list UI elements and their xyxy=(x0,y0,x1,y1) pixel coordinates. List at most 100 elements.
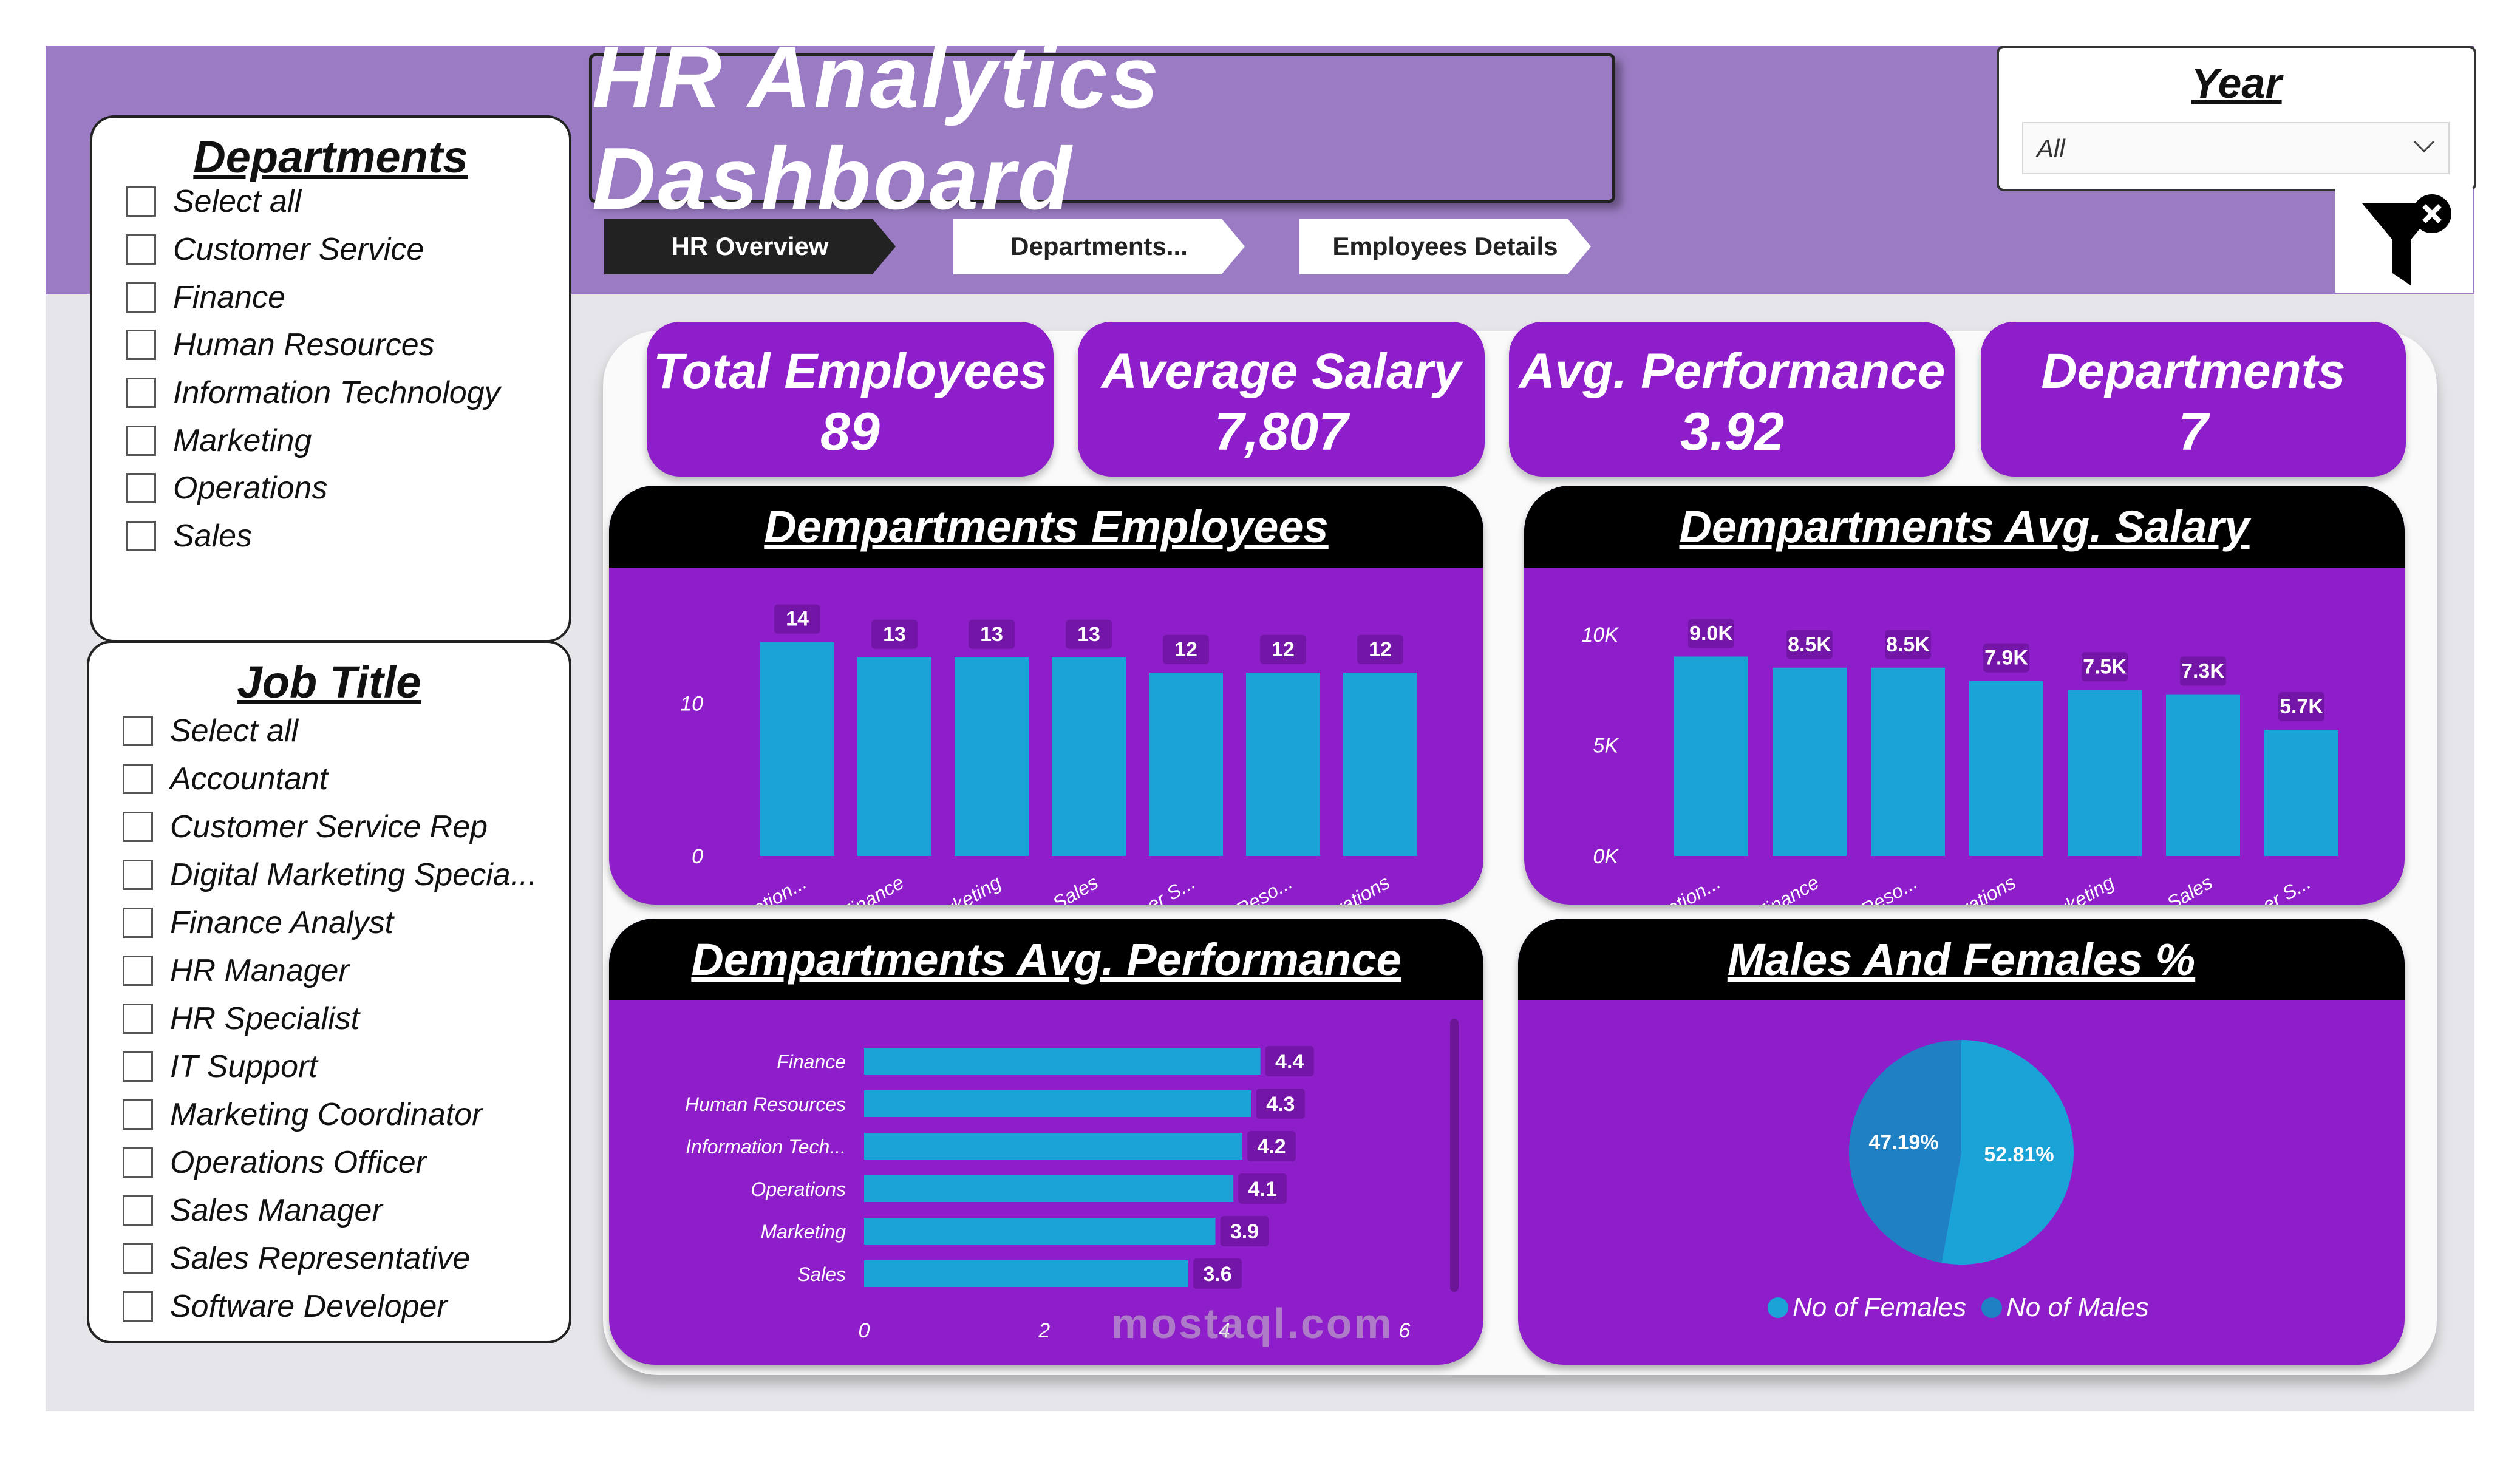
nav-hr-overview-button[interactable]: HR Overview xyxy=(604,219,896,274)
data-label: 12 xyxy=(1369,638,1392,661)
checkbox[interactable] xyxy=(123,908,153,938)
x-tick-label: Customer S... xyxy=(1085,871,1199,905)
data-label: 14 xyxy=(786,608,809,631)
checkbox[interactable] xyxy=(126,234,156,265)
job-option[interactable]: HR Manager xyxy=(123,953,349,989)
checkbox[interactable] xyxy=(123,860,153,890)
checkbox[interactable] xyxy=(123,1004,153,1034)
kpi-label: Average Salary xyxy=(1101,344,1462,399)
checkbox[interactable] xyxy=(126,521,156,551)
chart-card-department-avg-salary: Dempartments Avg. Salary 0K 5K 10K 9.0K Info… xyxy=(1524,486,2405,905)
job-option[interactable]: Accountant xyxy=(123,761,328,797)
checkbox[interactable] xyxy=(126,378,156,408)
dept-option-finance[interactable]: Finance xyxy=(126,279,285,316)
x-tick-label: 6 xyxy=(1399,1319,1411,1342)
chart-title: Dempartments Avg. Salary xyxy=(1524,486,2405,568)
clear-filters-button[interactable] xyxy=(2335,188,2473,293)
job-option[interactable]: Sales Manager xyxy=(123,1192,383,1229)
checkbox[interactable] xyxy=(123,1099,153,1130)
dept-option-select-all[interactable]: Select all xyxy=(126,183,301,220)
data-label: 4.4 xyxy=(1275,1050,1304,1073)
option-label: IT Support xyxy=(170,1049,318,1084)
checkbox[interactable] xyxy=(123,812,153,842)
chart-card-department-avg-performance: Dempartments Avg. Performance Finance 4.4… xyxy=(609,919,1483,1365)
bar xyxy=(760,642,834,856)
option-label: Human Resources xyxy=(173,327,435,362)
nav-employees-details-button[interactable]: Employees Details xyxy=(1299,219,1591,274)
option-label: Accountant xyxy=(170,761,329,796)
job-option[interactable]: Customer Service Rep xyxy=(123,809,488,845)
job-option[interactable]: Operations Officer xyxy=(123,1144,426,1181)
legend-marker-males xyxy=(1981,1297,2002,1318)
checkbox[interactable] xyxy=(123,956,153,986)
bar xyxy=(1052,657,1126,856)
bar xyxy=(864,1133,1242,1160)
year-slicer-title: Year xyxy=(2191,59,2282,107)
checkbox[interactable] xyxy=(126,282,156,313)
x-tick-label: 2 xyxy=(1038,1319,1050,1342)
dept-option-information-technology[interactable]: Information Technology xyxy=(126,375,500,411)
kpi-label: Departments xyxy=(2041,344,2346,399)
kpi-value: 7,807 xyxy=(1214,401,1349,461)
nav-departments-button[interactable]: Departments... xyxy=(953,219,1245,274)
x-tick-label: Customer S... xyxy=(2201,871,2314,905)
job-option[interactable]: IT Support xyxy=(123,1048,318,1085)
job-option[interactable]: Marketing Coordinator xyxy=(123,1096,482,1133)
checkbox[interactable] xyxy=(126,186,156,217)
option-label: Information Technology xyxy=(173,375,500,410)
option-label: Marketing xyxy=(173,423,312,458)
y-tick-label: Human Resources xyxy=(685,1093,846,1115)
option-label: Software Developer xyxy=(170,1289,448,1324)
data-label: 3.9 xyxy=(1230,1220,1259,1243)
job-option[interactable]: Software Developer xyxy=(123,1288,448,1325)
checkbox[interactable] xyxy=(123,1243,153,1274)
checkbox[interactable] xyxy=(123,1195,153,1226)
chart-title: Males And Females % xyxy=(1518,919,2405,1000)
x-tick-label: Operations xyxy=(1300,871,1394,905)
department-employees-chart: 0 10 14 Information... 13 Finance 13 Marketing 1… xyxy=(680,604,1417,905)
data-label-females: 47.19% xyxy=(1868,1131,1938,1154)
y-tick-label: 5K xyxy=(1593,735,1619,758)
kpi-avg-performance: Avg. Performance 3.92 xyxy=(1509,322,1955,477)
data-label: 7.5K xyxy=(2083,655,2127,678)
data-label: 13 xyxy=(980,623,1003,646)
job-option[interactable]: Sales Representative xyxy=(123,1240,470,1277)
x-tick-label: 0 xyxy=(859,1319,870,1342)
job-option[interactable]: Select all xyxy=(123,713,298,749)
year-dropdown[interactable]: All xyxy=(2022,122,2450,174)
checkbox[interactable] xyxy=(126,330,156,360)
kpi-average-salary: Average Salary 7,807 xyxy=(1078,322,1485,477)
bar xyxy=(1674,656,1748,856)
checkbox[interactable] xyxy=(126,426,156,456)
dept-option-marketing[interactable]: Marketing xyxy=(126,423,312,459)
x-tick-label: Finance xyxy=(837,871,908,905)
dept-option-customer-service[interactable]: Customer Service xyxy=(126,231,424,268)
y-tick-label: 0K xyxy=(1593,845,1619,868)
x-tick-label: Finance xyxy=(1752,871,1823,905)
checkbox[interactable] xyxy=(123,764,153,794)
job-option[interactable]: HR Specialist xyxy=(123,1000,359,1037)
x-tick-label: Sales xyxy=(1049,871,1102,905)
checkbox[interactable] xyxy=(126,473,156,503)
data-label: 3.6 xyxy=(1203,1263,1231,1286)
dept-option-human-resources[interactable]: Human Resources xyxy=(126,327,435,363)
dept-option-operations[interactable]: Operations xyxy=(126,470,327,506)
dept-option-sales[interactable]: Sales xyxy=(126,518,252,554)
bar xyxy=(1246,672,1320,856)
job-title-slicer: Job Title Select all Accountant Customer… xyxy=(87,640,571,1343)
job-option[interactable]: Finance Analyst xyxy=(123,905,393,941)
job-option[interactable]: Digital Marketing Specia... xyxy=(123,857,537,893)
option-label: Finance xyxy=(173,280,285,315)
bar xyxy=(1343,672,1417,856)
department-avg-salary-chart: 0K 5K 10K 9.0K Information... 8.5K Finance 8.5K… xyxy=(1582,619,2338,905)
checkbox[interactable] xyxy=(123,716,153,746)
kpi-departments: Departments 7 xyxy=(1981,322,2406,477)
checkbox[interactable] xyxy=(123,1051,153,1082)
checkbox[interactable] xyxy=(123,1147,153,1178)
option-label: Finance Analyst xyxy=(170,905,394,940)
bar xyxy=(1969,681,2043,856)
option-label: Sales Manager xyxy=(170,1193,383,1228)
option-label: HR Specialist xyxy=(170,1001,360,1036)
gender-pie-chart: 47.19% 52.81% No of Females No of Males xyxy=(1768,1040,2149,1322)
checkbox[interactable] xyxy=(123,1291,153,1322)
